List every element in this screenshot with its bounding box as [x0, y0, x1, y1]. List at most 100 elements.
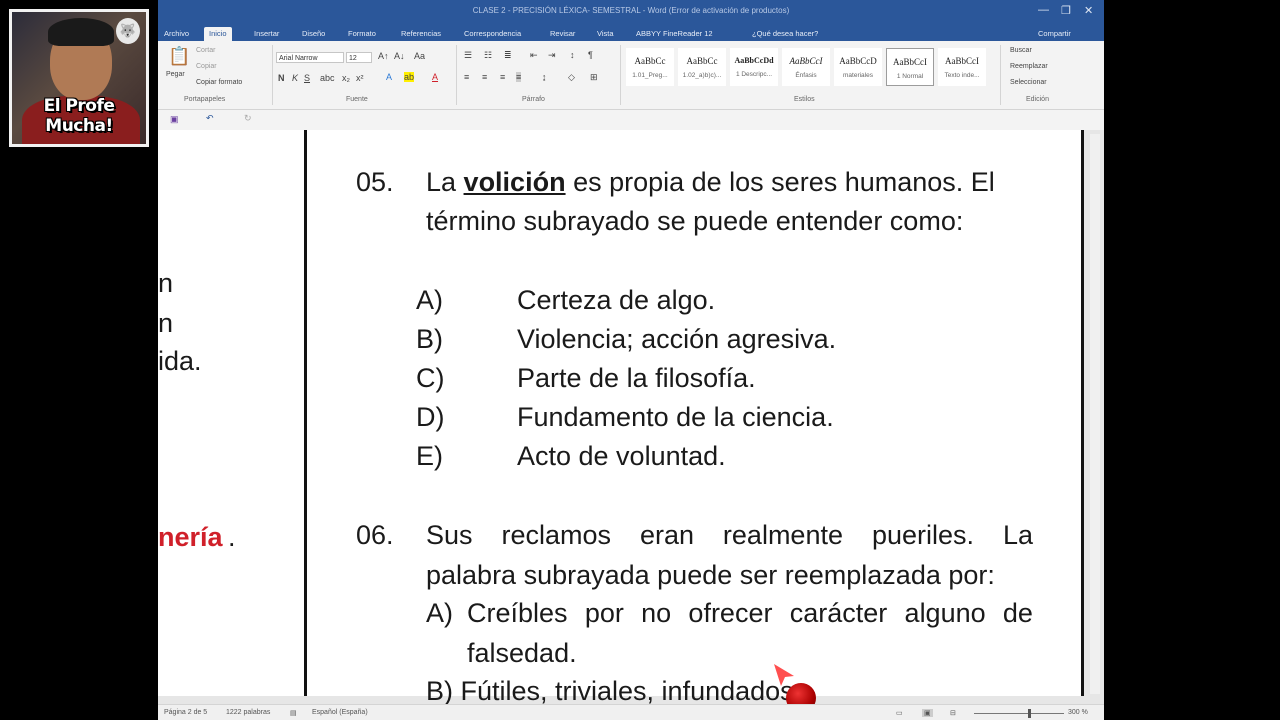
left-fragment: n	[158, 308, 174, 338]
restore-icon[interactable]: ❐	[1061, 4, 1071, 17]
read-mode-icon[interactable]: ▭	[896, 709, 903, 717]
decrease-indent-icon[interactable]: ⇤	[530, 50, 538, 61]
web-layout-icon[interactable]: ⊟	[950, 709, 956, 717]
font-group-label: Fuente	[346, 96, 368, 103]
bold-icon[interactable]: N	[278, 73, 285, 83]
print-layout-icon[interactable]: ▣	[922, 709, 933, 717]
document-page[interactable]: n n ida. nería . 05. La volición es prop…	[158, 130, 1084, 713]
font-name-select[interactable]: Arial Narrow	[276, 52, 344, 63]
redo-icon[interactable]: ↻	[244, 113, 252, 124]
undo-icon[interactable]: ↶	[206, 113, 214, 124]
tab-diseno[interactable]: Diseño	[302, 27, 325, 41]
style-materiales[interactable]: AaBbCcD materiales	[834, 48, 882, 86]
paste-button[interactable]: Pegar	[166, 71, 185, 78]
page-border-left	[304, 130, 307, 696]
copy-button[interactable]: Copiar	[196, 63, 217, 70]
language-status[interactable]: Español (España)	[312, 709, 368, 716]
style-descripcion[interactable]: AaBbCcDd 1 Descripc...	[730, 48, 778, 86]
word-count[interactable]: 1222 palabras	[226, 709, 270, 716]
tab-revisar[interactable]: Revisar	[550, 27, 575, 41]
option-a-line2: falsedad.	[467, 638, 577, 668]
ribbon: 📋 Pegar Cortar Copiar Copiar formato Por…	[158, 41, 1104, 110]
option-letter: B)	[416, 324, 443, 354]
italic-icon[interactable]: K	[292, 73, 298, 83]
editing-group-label: Edición	[1026, 96, 1049, 103]
overlay-caption: El Profe Mucha!	[43, 96, 115, 136]
vertical-scrollbar[interactable]	[1090, 134, 1100, 694]
format-painter-button[interactable]: Copiar formato	[196, 79, 242, 86]
zoom-slider-thumb[interactable]	[1028, 709, 1031, 718]
left-fragment: ida.	[158, 346, 202, 376]
align-right-icon[interactable]: ≡	[500, 72, 505, 82]
proofing-icon[interactable]: ▤	[290, 709, 297, 717]
cut-button[interactable]: Cortar	[196, 47, 215, 54]
line-spacing-icon[interactable]: ↨	[542, 72, 547, 82]
bullets-icon[interactable]: ☰	[464, 50, 472, 61]
align-center-icon[interactable]: ≡	[482, 72, 487, 82]
font-color-icon[interactable]: A	[432, 72, 438, 82]
style-abc[interactable]: AaBbCc 1.02_a)b)c)...	[678, 48, 726, 86]
option-b-partial: B) Fútiles, triviales, infundados.	[426, 676, 802, 706]
justify-icon[interactable]: ≡	[516, 72, 522, 82]
tab-formato[interactable]: Formato	[348, 27, 376, 41]
option-letter: A)	[416, 285, 443, 315]
presenter-hair	[48, 18, 114, 46]
text-effects-icon[interactable]: A	[386, 72, 392, 82]
save-icon[interactable]: ▣	[170, 114, 179, 125]
option-text: Certeza de algo.	[517, 285, 716, 315]
style-texto-independiente[interactable]: AaBbCcI Texto inde...	[938, 48, 986, 86]
styles-group-label: Estilos	[794, 96, 815, 103]
zoom-slider[interactable]	[974, 713, 1064, 714]
show-marks-icon[interactable]: ¶	[588, 50, 593, 60]
font-size-select[interactable]: 12	[346, 52, 372, 63]
status-bar: Página 2 de 5 1222 palabras ▤ Español (E…	[158, 704, 1104, 720]
tell-me-search[interactable]: ¿Qué desea hacer?	[752, 27, 818, 41]
option-letter: D)	[416, 402, 445, 432]
grow-font-icon[interactable]: A↑	[378, 51, 389, 61]
strikethrough-icon[interactable]: abc	[320, 73, 335, 83]
find-button[interactable]: Buscar	[1010, 47, 1032, 54]
underline-icon[interactable]: S	[304, 73, 310, 83]
highlight-icon[interactable]: ab	[404, 72, 415, 82]
close-icon[interactable]: ✕	[1084, 4, 1093, 17]
sort-icon[interactable]: ↕	[570, 50, 575, 60]
option-a-line1: Creíbles por no ofrecer carácter alguno …	[467, 598, 1033, 628]
webcam-overlay: 🐺 El Profe Mucha!	[9, 9, 149, 147]
tab-correspondencia[interactable]: Correspondencia	[464, 27, 521, 41]
align-left-icon[interactable]: ≡	[464, 72, 469, 82]
shrink-font-icon[interactable]: A↓	[394, 51, 405, 61]
zoom-level[interactable]: 300 %	[1068, 709, 1088, 716]
tab-abbyy[interactable]: ABBYY FineReader 12	[636, 27, 713, 41]
replace-button[interactable]: Reemplazar	[1010, 63, 1048, 70]
option-text: Fundamento de la ciencia.	[517, 402, 834, 432]
tab-vista[interactable]: Vista	[597, 27, 614, 41]
question-number: 06.	[356, 520, 394, 550]
left-fragment: .	[228, 522, 236, 552]
style-pregunta[interactable]: AaBbCc 1.01_Preg...	[626, 48, 674, 86]
subscript-icon[interactable]: x₂	[342, 73, 350, 83]
option-text: Acto de voluntad.	[517, 441, 726, 471]
wolf-crest-icon: 🐺	[116, 18, 140, 44]
change-case-icon[interactable]: Aa	[414, 51, 425, 61]
title-bar: CLASE 2 - PRECISIÓN LÉXICA- SEMESTRAL - …	[158, 0, 1104, 26]
underlined-keyword: volición	[463, 167, 566, 197]
tab-referencias[interactable]: Referencias	[401, 27, 441, 41]
style-enfasis[interactable]: AaBbCcI Énfasis	[782, 48, 830, 86]
question-05-line2: término subrayado se puede entender como…	[426, 206, 964, 236]
shading-icon[interactable]: ◇	[568, 72, 575, 83]
tab-insertar[interactable]: Insertar	[254, 27, 279, 41]
tab-archivo[interactable]: Archivo	[164, 27, 189, 41]
select-button[interactable]: Seleccionar	[1010, 79, 1047, 86]
style-normal[interactable]: AaBbCcI 1 Normal	[886, 48, 934, 86]
page-count[interactable]: Página 2 de 5	[164, 709, 207, 716]
share-button[interactable]: Compartir	[1038, 27, 1071, 41]
paste-icon[interactable]: 📋	[168, 46, 190, 67]
borders-icon[interactable]: ⊞	[590, 72, 598, 83]
increase-indent-icon[interactable]: ⇥	[548, 50, 556, 61]
minimize-icon[interactable]: —	[1038, 4, 1049, 16]
numbering-icon[interactable]: ☷	[484, 50, 492, 61]
superscript-icon[interactable]: x²	[356, 73, 364, 83]
question-05-line1: La volición es propia de los seres human…	[426, 167, 995, 197]
tab-inicio[interactable]: Inicio	[204, 27, 232, 41]
multilevel-list-icon[interactable]: ≣	[504, 50, 512, 61]
